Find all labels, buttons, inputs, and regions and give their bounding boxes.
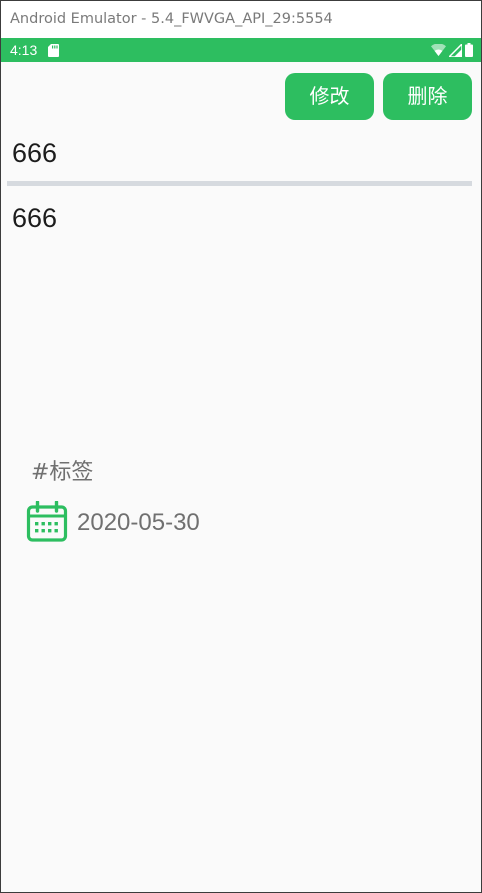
wifi-icon bbox=[431, 44, 446, 56]
divider bbox=[7, 181, 472, 186]
sd-card-icon bbox=[48, 44, 59, 57]
status-bar: 4:13 bbox=[1, 38, 481, 62]
note-title: 666 bbox=[12, 138, 58, 168]
status-time: 4:13 bbox=[10, 42, 38, 58]
delete-button[interactable]: 删除 bbox=[383, 73, 472, 120]
signal-icon bbox=[449, 43, 462, 57]
note-tag: #标签 bbox=[31, 460, 94, 485]
note-detail-screen: 修改 删除 666 666 #标签 2020-05-30 bbox=[1, 62, 481, 892]
battery-icon bbox=[465, 43, 473, 57]
status-icons bbox=[428, 43, 473, 57]
emulator-window: Android Emulator - 5.4_FWVGA_API_29:5554… bbox=[0, 0, 482, 893]
window-title-bar: Android Emulator - 5.4_FWVGA_API_29:5554 bbox=[1, 1, 481, 38]
note-date: 2020-05-30 bbox=[77, 509, 200, 536]
calendar-icon bbox=[26, 501, 68, 542]
window-title: Android Emulator - 5.4_FWVGA_API_29:5554 bbox=[10, 11, 333, 27]
edit-button[interactable]: 修改 bbox=[285, 73, 374, 120]
note-body: 666 bbox=[12, 203, 58, 233]
